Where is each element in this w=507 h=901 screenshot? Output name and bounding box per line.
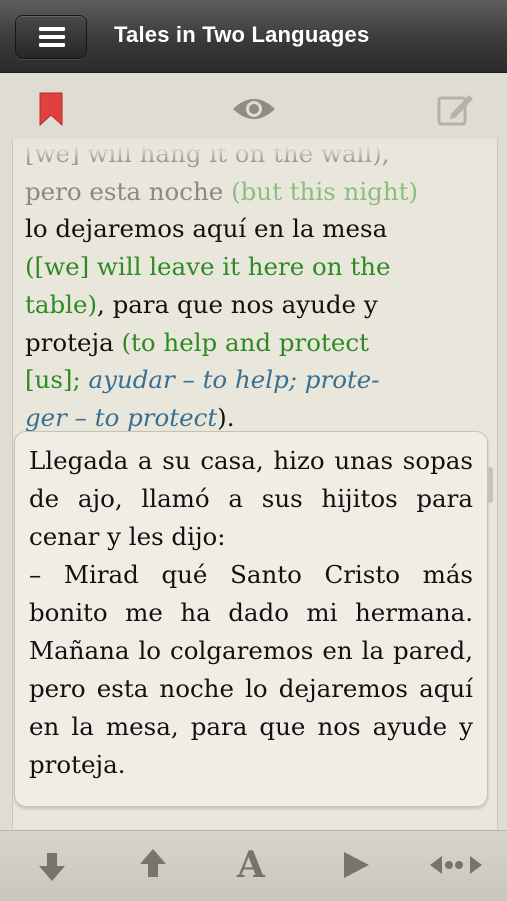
arrow-up-icon[interactable] <box>139 847 167 879</box>
fade-overlay <box>13 139 497 161</box>
arrow-down-icon[interactable] <box>38 851 66 883</box>
text-line: lo dejaremos aquí en la mesa <box>25 214 388 244</box>
text-line: [us]; ayudar – to help; prote- <box>25 365 380 395</box>
play-icon[interactable] <box>340 849 372 881</box>
bottom-toolbar: A <box>0 830 507 901</box>
text-line: pero esta noche (but this night) <box>25 176 419 206</box>
bilingual-text-block: [we] will hang it on the wall), pero est… <box>25 139 475 437</box>
eye-icon[interactable] <box>231 95 277 123</box>
bookmark-icon[interactable] <box>37 92 65 126</box>
paragraph: Llegada a su casa, hizo unas sopas de aj… <box>29 446 473 551</box>
paragraph: – Mirad qué Santo Cristo más bonito me h… <box>29 560 473 779</box>
text-line: ([we] will leave it here on the <box>25 252 391 282</box>
reader-page: [we] will hang it on the wall), pero est… <box>0 73 507 901</box>
reader-content[interactable]: [we] will hang it on the wall), pero est… <box>12 139 498 829</box>
hamburger-menu-icon <box>39 27 65 47</box>
page-title: Tales in Two Languages <box>114 22 370 47</box>
navigate-icon[interactable] <box>429 853 483 877</box>
menu-button[interactable] <box>15 15 87 59</box>
scrollbar[interactable] <box>487 467 493 503</box>
text-line: table), para que nos ayude y <box>25 289 378 319</box>
font-size-icon[interactable]: A <box>237 845 265 885</box>
text-line: proteja (to help and protect <box>25 327 369 357</box>
navigation-bar: Tales in Two Languages <box>0 0 507 73</box>
edit-note-icon[interactable] <box>437 92 475 126</box>
reader-toolbar <box>0 73 507 139</box>
paragraph-card[interactable]: Llegada a su casa, hizo unas sopas de aj… <box>14 431 488 807</box>
